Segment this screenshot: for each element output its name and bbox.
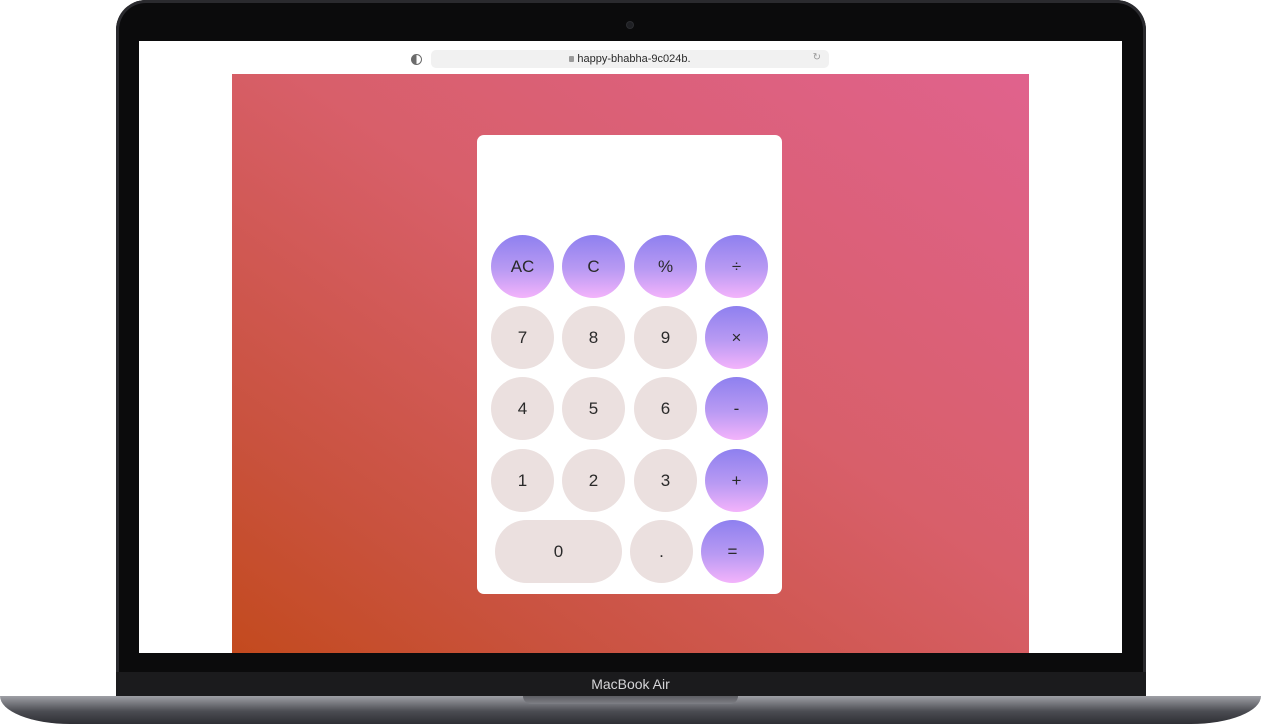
laptop-notch [523,696,738,704]
privacy-report-icon[interactable] [411,54,422,65]
five-button[interactable]: 5 [562,377,625,440]
browser-toolbar: happy-bhabha-9c024b. ↻ [139,41,1122,74]
one-button[interactable]: 1 [491,449,554,512]
decimal-button[interactable]: . [630,520,693,583]
three-button[interactable]: 3 [634,449,697,512]
calculator: AC C % ÷ 7 8 9 × 4 5 6 - 1 2 3 + 0 . = [477,135,782,594]
clear-button[interactable]: C [562,235,625,298]
two-button[interactable]: 2 [562,449,625,512]
minus-button[interactable]: - [705,377,768,440]
reload-icon[interactable]: ↻ [813,52,821,63]
zero-button[interactable]: 0 [495,520,622,583]
seven-button[interactable]: 7 [491,306,554,369]
multiply-button[interactable]: × [705,306,768,369]
address-bar[interactable]: happy-bhabha-9c024b. ↻ [431,50,829,68]
divide-button[interactable]: ÷ [705,235,768,298]
lock-icon [569,56,575,62]
url-text: happy-bhabha-9c024b. [577,53,691,65]
percent-button[interactable]: % [634,235,697,298]
plus-button[interactable]: + [705,449,768,512]
screen: happy-bhabha-9c024b. ↻ AC C % ÷ 7 8 9 × … [139,41,1122,653]
four-button[interactable]: 4 [491,377,554,440]
six-button[interactable]: 6 [634,377,697,440]
calculator-display [491,145,768,225]
equals-button[interactable]: = [701,520,764,583]
web-page: AC C % ÷ 7 8 9 × 4 5 6 - 1 2 3 + 0 . = [232,74,1029,653]
nine-button[interactable]: 9 [634,306,697,369]
eight-button[interactable]: 8 [562,306,625,369]
ac-button[interactable]: AC [491,235,554,298]
camera-icon [627,22,633,28]
model-label: MacBook Air [591,676,670,692]
